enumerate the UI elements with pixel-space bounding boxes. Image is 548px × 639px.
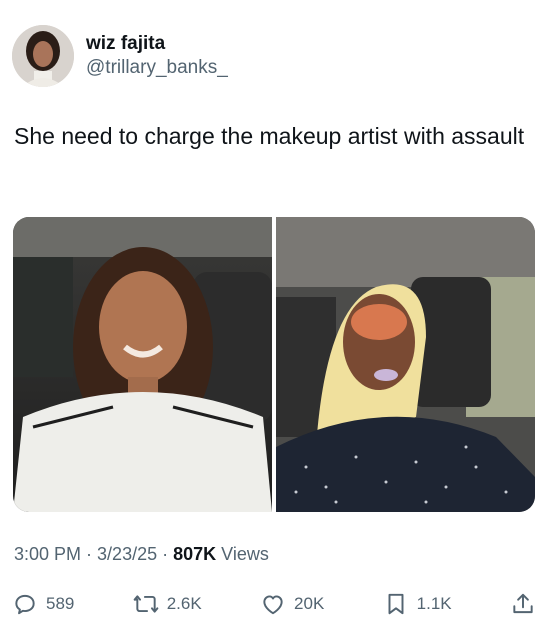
avatar[interactable] xyxy=(12,25,74,87)
reply-icon xyxy=(15,594,35,615)
views-label: Views xyxy=(221,544,269,564)
display-name[interactable]: wiz fajita xyxy=(86,32,228,56)
bookmark-button[interactable]: 1.1K xyxy=(383,591,452,617)
meta-separator: · xyxy=(86,544,93,564)
reply-count: 589 xyxy=(46,594,75,613)
tweet-date[interactable]: 3/23/25 xyxy=(97,542,157,566)
repost-button[interactable]: 2.6K xyxy=(133,591,202,617)
like-count: 20K xyxy=(294,594,325,613)
profile-photo-icon xyxy=(12,25,74,87)
tweet-text: She need to charge the makeup artist wit… xyxy=(14,123,525,149)
photo-left[interactable] xyxy=(13,217,272,512)
bookmark-icon xyxy=(388,593,404,615)
tweet-header: wiz fajita @trillary_banks_ xyxy=(12,24,228,88)
selfie-photo-2-icon xyxy=(276,217,535,512)
author-names: wiz fajita @trillary_banks_ xyxy=(86,32,228,80)
action-bar: 589 2.6K 20K 1.1K xyxy=(12,588,536,620)
share-icon xyxy=(513,593,533,614)
like-button[interactable]: 20K xyxy=(260,591,324,617)
tweet-meta: 3:00 PM · 3/23/25 · 807K Views xyxy=(14,542,269,566)
heart-icon xyxy=(263,595,283,615)
photo-right[interactable] xyxy=(276,217,535,512)
media-grid xyxy=(13,217,535,512)
repost-count: 2.6K xyxy=(166,594,202,613)
repost-icon xyxy=(133,595,159,613)
tweet-time[interactable]: 3:00 PM xyxy=(14,542,81,566)
share-button[interactable] xyxy=(510,591,536,617)
selfie-photo-1-icon xyxy=(13,217,272,512)
meta-separator: · xyxy=(162,544,169,564)
reply-button[interactable]: 589 xyxy=(12,591,74,617)
bookmark-count: 1.1K xyxy=(416,594,452,613)
handle[interactable]: @trillary_banks_ xyxy=(86,56,228,80)
views-count: 807K xyxy=(173,544,217,564)
